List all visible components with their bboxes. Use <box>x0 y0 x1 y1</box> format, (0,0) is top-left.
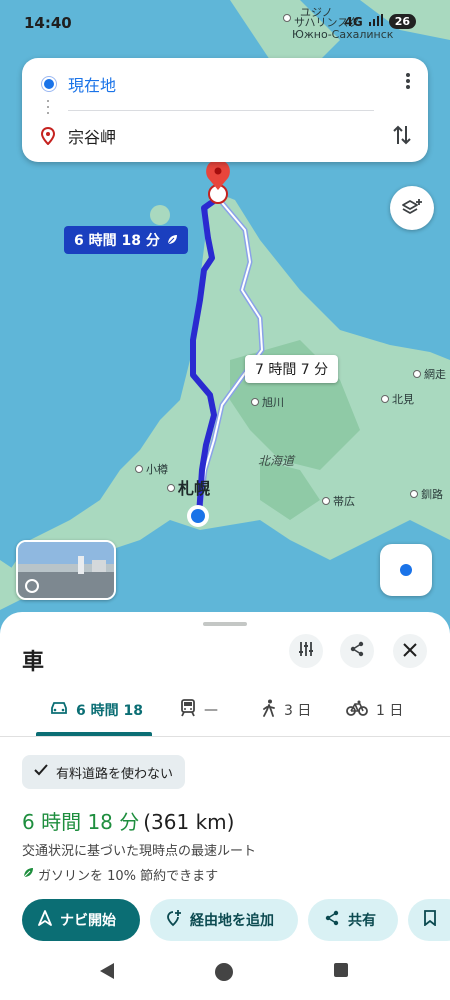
route-duration: 6 時間 18 分 <box>22 810 140 834</box>
more-options-button[interactable] <box>406 72 410 93</box>
close-button[interactable] <box>393 634 427 668</box>
sheet-drag-handle[interactable] <box>203 622 247 626</box>
car-icon <box>50 701 68 719</box>
map-label-otaru: 小樽 <box>146 463 168 476</box>
route-distance: (361 km) <box>143 810 235 834</box>
avoid-tolls-chip[interactable]: 有料道路を使わない <box>22 755 186 789</box>
map-city-dot <box>413 370 421 378</box>
eco-savings: ガソリンを 10% 節約できます <box>22 865 218 884</box>
network-label: 4G <box>344 14 363 29</box>
layers-icon <box>401 197 423 219</box>
share-button[interactable]: 共有 <box>308 899 398 941</box>
map-label-hokkaido: 北海道 <box>258 454 295 468</box>
share-route-button[interactable] <box>340 634 374 668</box>
route-duration-label[interactable]: 6 時間 18 分 <box>64 226 188 254</box>
close-icon <box>403 642 417 661</box>
origin-field[interactable]: 現在地 <box>22 64 428 104</box>
my-location-button[interactable] <box>380 544 432 596</box>
map-city-dot <box>410 490 418 498</box>
tune-icon <box>298 641 314 661</box>
status-time: 14:40 <box>24 14 72 32</box>
tab-walking-label: 3 日 <box>284 703 312 719</box>
bike-icon <box>346 700 368 720</box>
system-navigation-bar <box>0 944 450 1000</box>
route-description: 交通状況に基づいた現時点の最速ルート <box>22 844 257 859</box>
eco-savings-text: ガソリンを 10% 節約できます <box>38 869 219 884</box>
travel-mode-tabs: 6 時間 18 — 3 日 1 日 <box>0 684 450 737</box>
tab-cycling[interactable]: 1 日 <box>346 684 403 736</box>
map-city-dot <box>322 497 330 505</box>
route-options-button[interactable] <box>289 634 323 668</box>
map-label-kushiro: 釧路 <box>421 488 443 501</box>
avoid-tolls-label: 有料道路を使わない <box>56 766 174 782</box>
battery-indicator: 26 <box>388 14 416 29</box>
tab-driving-label: 6 時間 18 <box>76 703 143 719</box>
origin-dot-icon <box>42 77 56 91</box>
add-stop-label: 経由地を追加 <box>190 913 274 929</box>
share-icon <box>349 641 365 661</box>
add-location-icon <box>166 909 182 931</box>
check-icon <box>34 764 48 780</box>
route-duration-text: 6 時間 18 分 <box>74 233 160 249</box>
map-label-kitami: 北見 <box>392 393 414 406</box>
map-city-dot <box>167 484 175 492</box>
map-label-sapporo: 札幌 <box>178 479 211 498</box>
bookmark-icon <box>424 910 436 930</box>
layers-button[interactable] <box>390 186 434 230</box>
directions-sheet: 車 6 時間 18 — 3 日 1 日 有料道路を使わない 6 時間 18 分 … <box>0 612 450 1000</box>
field-divider <box>68 110 374 111</box>
share-label: 共有 <box>348 913 376 929</box>
destination-pin-icon <box>40 126 56 149</box>
share-icon <box>324 910 340 930</box>
tab-walking[interactable]: 3 日 <box>262 684 311 736</box>
save-button[interactable] <box>408 899 450 941</box>
swap-button[interactable] <box>392 124 412 150</box>
map-city-dot <box>251 398 259 406</box>
street-view-thumbnail[interactable] <box>16 540 116 600</box>
map-city-dot <box>381 395 389 403</box>
active-tab-indicator <box>36 732 152 736</box>
my-location-icon <box>400 564 412 576</box>
map-label-asahikawa: 旭川 <box>262 396 284 409</box>
back-button[interactable] <box>98 962 116 984</box>
destination-text: 宗谷岬 <box>68 128 117 147</box>
destination-field[interactable]: 宗谷岬 <box>22 116 428 156</box>
add-stop-button[interactable]: 経由地を追加 <box>150 899 298 941</box>
tab-transit-label: — <box>204 702 218 718</box>
navigation-arrow-icon <box>38 910 52 930</box>
status-bar: 14:40 4G 26 <box>0 0 450 44</box>
tab-transit[interactable]: — <box>180 684 218 736</box>
leaf-icon <box>166 234 178 246</box>
walk-icon <box>262 699 276 721</box>
map-city-dot <box>135 465 143 473</box>
signal-icon <box>368 14 383 29</box>
route-summary: 6 時間 18 分 (361 km) <box>22 806 234 835</box>
alt-route-duration-label[interactable]: 7 時間 7 分 <box>245 355 339 383</box>
origin-text: 現在地 <box>68 76 117 95</box>
start-navigation-label: ナビ開始 <box>60 913 116 929</box>
tab-cycling-label: 1 日 <box>376 703 404 719</box>
map-label-abashiri: 網走 <box>424 368 446 381</box>
tab-driving[interactable]: 6 時間 18 <box>50 684 143 736</box>
leaf-icon <box>22 867 34 883</box>
start-navigation-button[interactable]: ナビ開始 <box>22 899 140 941</box>
sheet-title: 車 <box>22 650 45 675</box>
home-button[interactable] <box>214 962 234 986</box>
recents-button[interactable] <box>333 962 349 982</box>
train-icon <box>180 699 196 721</box>
map-label-obihiro: 帯広 <box>333 495 355 508</box>
route-search-card: 現在地 宗谷岬 <box>22 58 428 162</box>
status-icons: 4G 26 <box>344 14 416 29</box>
